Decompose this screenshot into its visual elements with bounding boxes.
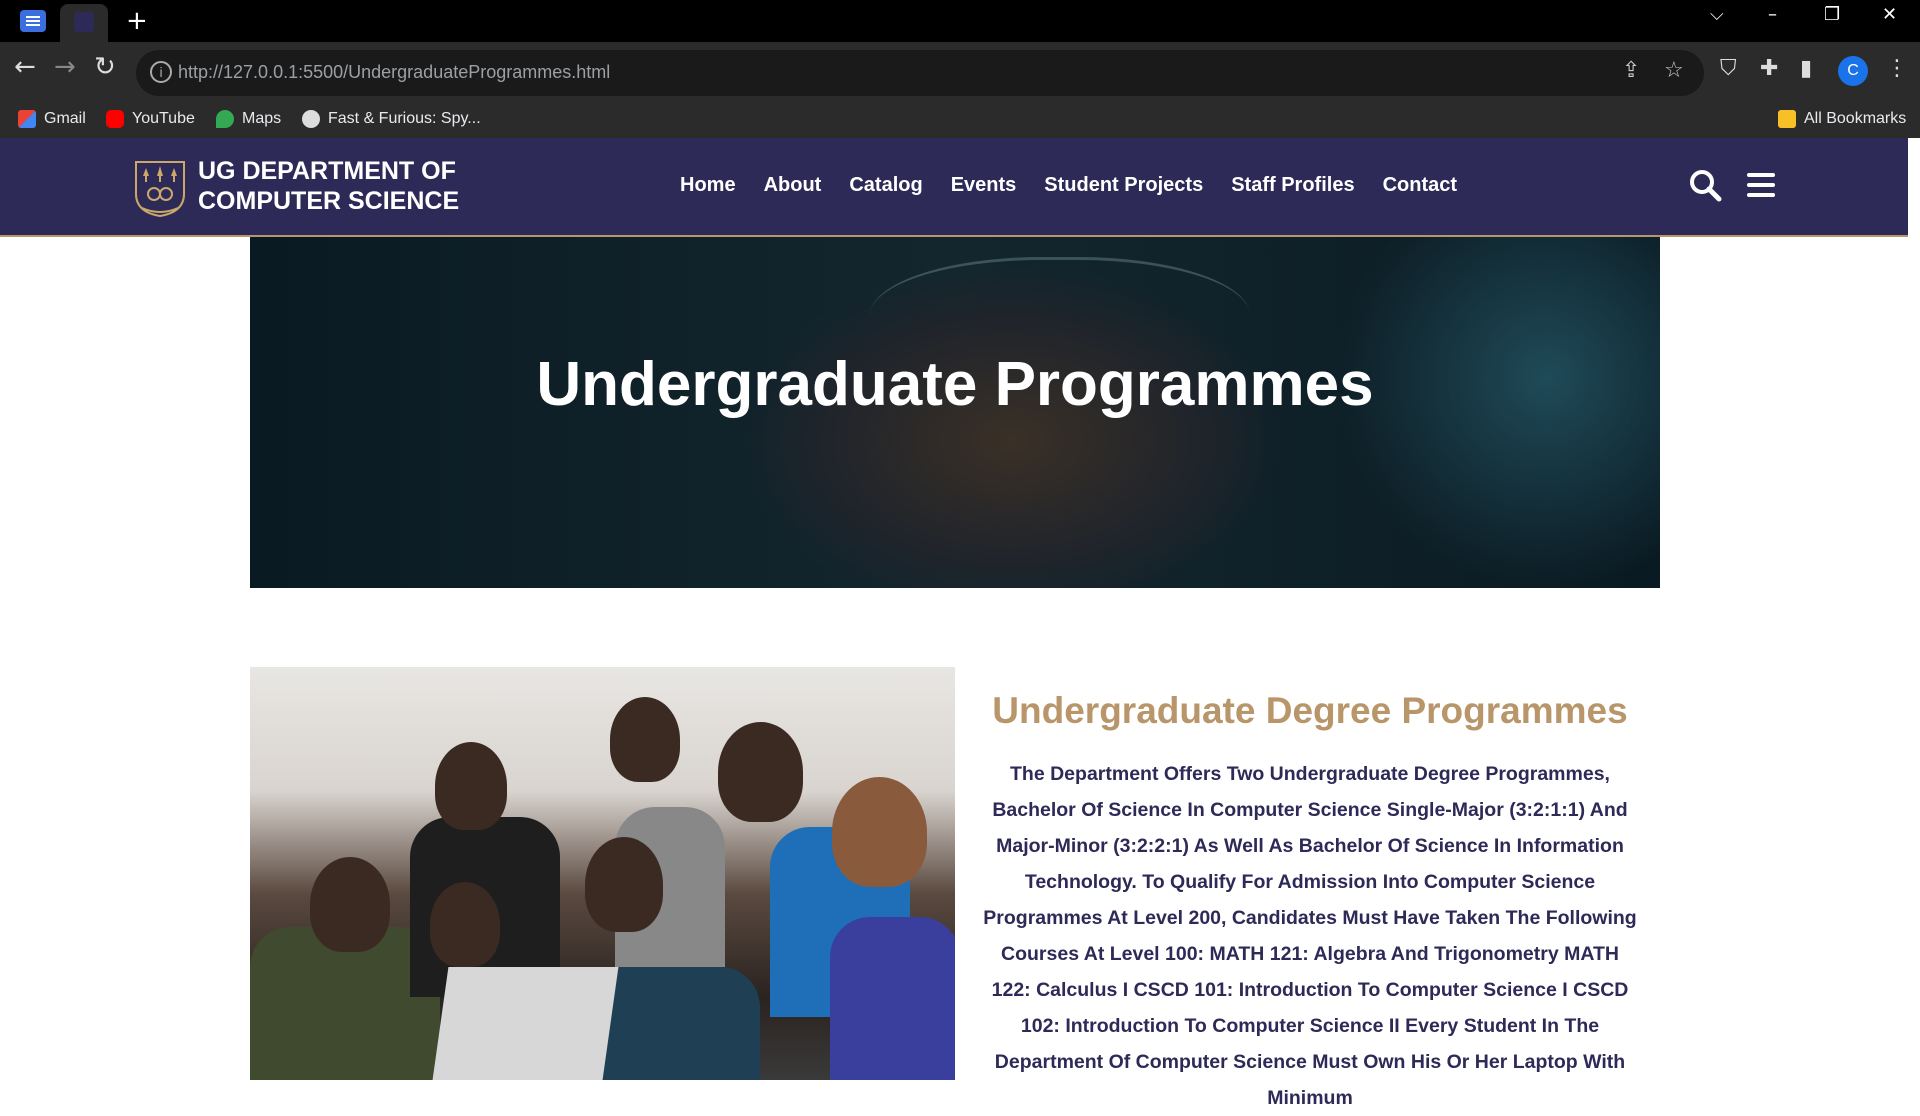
hero-title: Undergraduate Programmes bbox=[536, 350, 1374, 419]
hamburger-menu-icon[interactable] bbox=[1746, 168, 1776, 202]
close-window-icon[interactable]: ✕ bbox=[1882, 4, 1897, 25]
laptop bbox=[431, 967, 619, 1080]
bookmark-fast-furious[interactable]: Fast & Furious: Spy... bbox=[302, 110, 481, 128]
active-tab[interactable] bbox=[60, 4, 108, 42]
side-panel-icon[interactable]: ▮ bbox=[1800, 56, 1812, 81]
section-description: The Department Offers Two Undergraduate … bbox=[983, 763, 1637, 1109]
forward-icon[interactable]: → bbox=[54, 52, 76, 82]
reload-icon[interactable]: ↻ bbox=[94, 52, 116, 82]
main-nav: Home About Catalog Events Student Projec… bbox=[680, 174, 1457, 197]
tab-search-icon[interactable]: ⌵ bbox=[1710, 4, 1724, 25]
new-tab-icon[interactable]: + bbox=[126, 6, 148, 36]
bookmark-gmail[interactable]: Gmail bbox=[18, 110, 86, 128]
shield-extension-icon[interactable]: ⛉ bbox=[1720, 56, 1737, 81]
youtube-icon bbox=[106, 110, 124, 128]
bookmark-youtube[interactable]: YouTube bbox=[106, 110, 195, 128]
site-info-icon[interactable]: i bbox=[150, 61, 172, 83]
share-icon[interactable]: ⇪ bbox=[1622, 58, 1640, 83]
site-brand[interactable]: UG DEPARTMENT OF COMPUTER SCIENCE bbox=[198, 156, 459, 216]
back-icon[interactable]: ← bbox=[14, 52, 36, 82]
nav-contact[interactable]: Contact bbox=[1383, 174, 1457, 197]
all-bookmarks-label: All Bookmarks bbox=[1804, 110, 1907, 127]
section-title: Undergraduate Degree Programmes bbox=[992, 690, 1628, 731]
menu-dots-icon[interactable]: ⋮ bbox=[1886, 56, 1908, 81]
gmail-icon bbox=[18, 110, 36, 128]
search-icon[interactable] bbox=[1688, 168, 1722, 202]
brand-line-1: UG DEPARTMENT OF bbox=[198, 157, 456, 185]
nav-home[interactable]: Home bbox=[680, 174, 736, 197]
brand-line-2: COMPUTER SCIENCE bbox=[198, 187, 460, 215]
nav-staff-profiles[interactable]: Staff Profiles bbox=[1231, 174, 1354, 197]
address-url[interactable]: http://127.0.0.1:5500/UndergraduateProgr… bbox=[178, 62, 610, 83]
nav-about[interactable]: About bbox=[764, 174, 822, 197]
students-photo bbox=[250, 667, 955, 1080]
folder-icon bbox=[1778, 110, 1796, 128]
bookmark-maps[interactable]: Maps bbox=[216, 110, 281, 128]
browser-tab-bar: + ⌵ – ❐ ✕ bbox=[0, 0, 1920, 42]
bookmark-star-icon[interactable]: ☆ bbox=[1664, 58, 1684, 83]
hero-banner: Undergraduate Programmes bbox=[250, 237, 1660, 588]
bookmark-label: Gmail bbox=[44, 110, 86, 127]
docs-tab-icon[interactable] bbox=[20, 10, 46, 32]
address-bar[interactable]: i http://127.0.0.1:5500/UndergraduatePro… bbox=[136, 50, 1704, 96]
bookmarks-bar: Gmail YouTube Maps Fast & Furious: Spy..… bbox=[0, 104, 1920, 138]
globe-icon bbox=[302, 110, 320, 128]
bookmark-label: Fast & Furious: Spy... bbox=[328, 110, 481, 127]
bookmark-label: Maps bbox=[242, 110, 282, 127]
nav-catalog[interactable]: Catalog bbox=[849, 174, 922, 197]
nav-events[interactable]: Events bbox=[951, 174, 1017, 197]
restore-icon[interactable]: ❐ bbox=[1824, 4, 1840, 25]
site-header: UG DEPARTMENT OF COMPUTER SCIENCE Home A… bbox=[0, 138, 1908, 237]
maps-icon bbox=[216, 110, 234, 128]
university-crest-icon[interactable] bbox=[132, 154, 188, 218]
all-bookmarks[interactable]: All Bookmarks bbox=[1778, 110, 1906, 128]
browser-toolbar: ← → ↻ i http://127.0.0.1:5500/Undergradu… bbox=[0, 42, 1920, 138]
extensions-icon[interactable]: ✚ bbox=[1760, 56, 1778, 81]
minimize-icon[interactable]: – bbox=[1768, 4, 1777, 25]
profile-avatar[interactable]: C bbox=[1838, 56, 1868, 86]
bookmark-label: YouTube bbox=[132, 110, 195, 127]
nav-student-projects[interactable]: Student Projects bbox=[1044, 174, 1203, 197]
site-favicon-icon bbox=[74, 12, 94, 32]
